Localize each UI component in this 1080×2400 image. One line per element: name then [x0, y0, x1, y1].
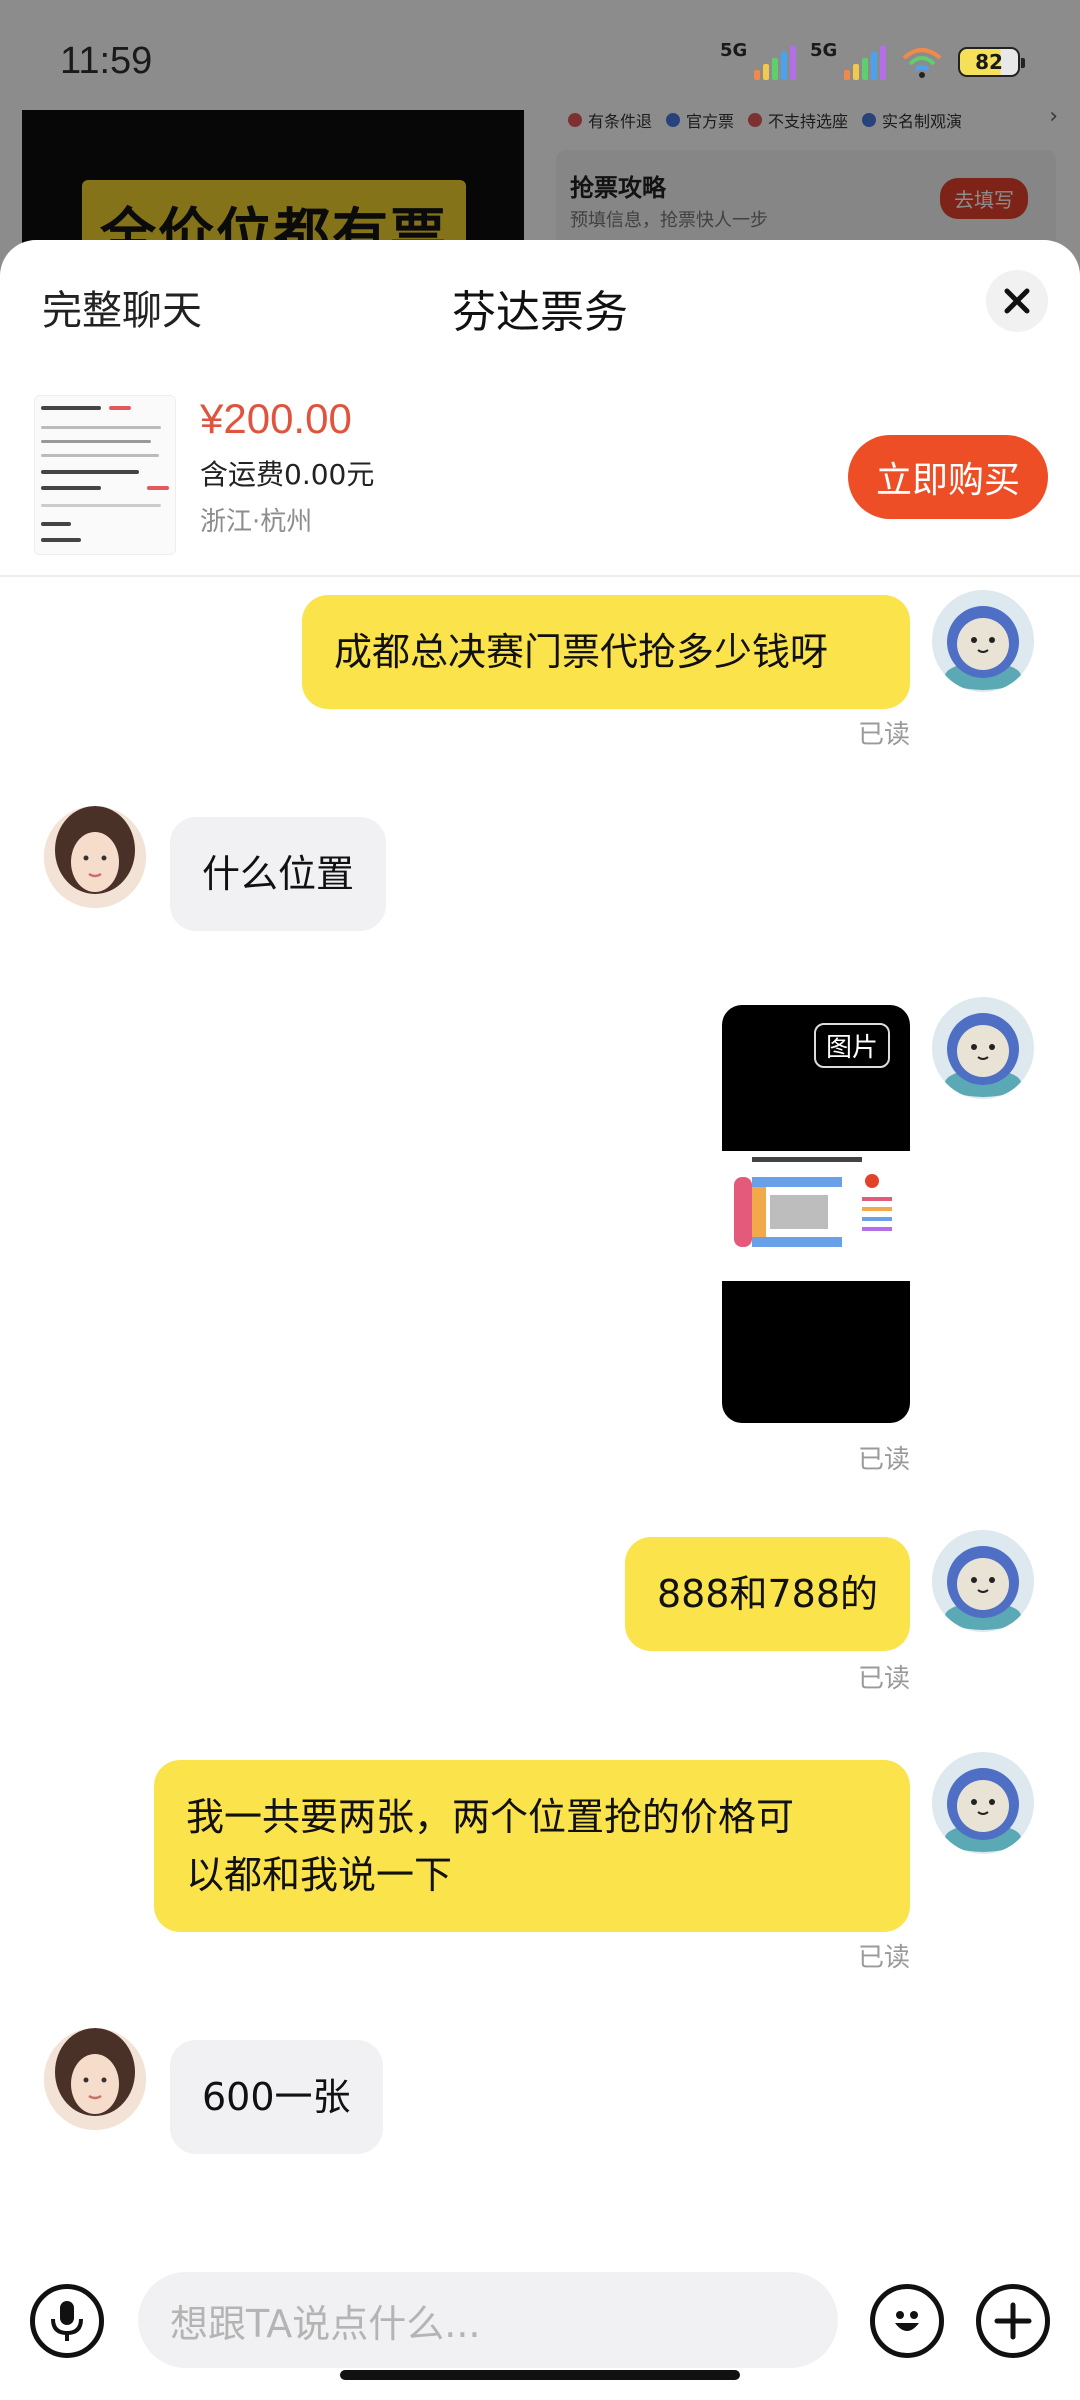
avatar[interactable] — [932, 590, 1034, 692]
read-receipt: 已读 — [858, 1943, 911, 1973]
avatar[interactable] — [44, 2028, 146, 2130]
emoji-button[interactable] — [870, 2284, 944, 2358]
avatar[interactable] — [44, 806, 146, 908]
seat-map-image — [722, 1151, 910, 1281]
close-icon — [1004, 288, 1030, 314]
message-line: 以都和我说一下 — [186, 1853, 453, 1897]
image-label: 图片 — [813, 1023, 890, 1068]
home-indicator[interactable] — [340, 2370, 740, 2380]
status-time: 11:59 — [60, 40, 153, 82]
read-receipt: 已读 — [858, 720, 911, 750]
avatar[interactable] — [932, 1752, 1034, 1854]
avatar[interactable] — [932, 997, 1034, 1099]
buy-now-button[interactable]: 立即购买 — [848, 435, 1048, 519]
battery-icon: 82 — [958, 47, 1025, 77]
close-button[interactable] — [986, 270, 1048, 332]
message-bubble-received[interactable]: 什么位置 — [170, 817, 387, 931]
product-thumbnail — [34, 395, 176, 555]
emoji-icon — [895, 2311, 919, 2331]
signal-icon: 5G — [810, 40, 886, 80]
product-location: 浙江·杭州 — [200, 507, 313, 537]
read-receipt: 已读 — [858, 1664, 911, 1694]
microphone-icon — [51, 2301, 83, 2341]
chat-sheet: 完整聊天 芬达票务 ¥200.00 含运费0.00元 浙江·杭州 立即购买 成都… — [0, 240, 1080, 2400]
message-bubble-received[interactable]: 600一张 — [170, 2040, 383, 2154]
message-bubble-sent[interactable]: 成都总决赛门票代抢多少钱呀 — [302, 595, 910, 709]
voice-button[interactable] — [30, 2284, 104, 2358]
message-line: 我一共要两张，两个位置抢的价格可 — [186, 1795, 795, 1839]
avatar[interactable] — [932, 1530, 1034, 1632]
chat-header: 完整聊天 芬达票务 — [0, 240, 1080, 365]
read-receipt: 已读 — [858, 1445, 911, 1475]
chat-title: 芬达票务 — [452, 287, 628, 338]
product-price: ¥200.00 — [200, 395, 352, 442]
plus-button[interactable] — [976, 2284, 1050, 2358]
plus-icon — [994, 2302, 1032, 2340]
message-bubble-sent[interactable]: 888和788的 — [624, 1537, 910, 1651]
status-icons: 5G 5G 82 — [720, 40, 1025, 80]
status-bar: 11:59 5G 5G 82 — [0, 0, 1080, 110]
product-card[interactable]: ¥200.00 含运费0.00元 浙江·杭州 立即购买 — [0, 365, 1080, 577]
shipping-info: 含运费0.00元 — [200, 458, 375, 491]
signal-icon: 5G — [720, 40, 796, 80]
wifi-icon — [900, 44, 944, 80]
message-input[interactable]: 想跟TA说点什么... — [138, 2272, 838, 2368]
message-bubble-sent[interactable]: 我一共要两张，两个位置抢的价格可 以都和我说一下 — [154, 1760, 910, 1932]
image-message[interactable]: 图片 — [722, 1005, 910, 1423]
